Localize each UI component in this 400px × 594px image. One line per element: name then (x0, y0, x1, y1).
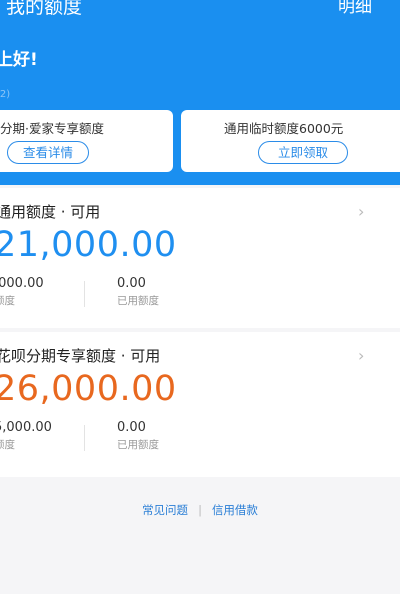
credit-loan-link[interactable]: 信用借款 (212, 503, 258, 517)
total-quota-label: 额度 (0, 439, 15, 451)
claim-now-button[interactable]: 立即领取 (258, 141, 348, 164)
chevron-right-icon: › (358, 202, 365, 221)
quota-label: 通用额度 · 可用 (0, 203, 101, 221)
available-amount: 21,000.00 (0, 225, 177, 265)
detail-link[interactable]: 明细 (338, 0, 372, 18)
promo-card-temp-quota: 通用临时额度6000元 立即领取 (181, 110, 400, 172)
installment-quota-card[interactable]: 花呗分期专享额度 · 可用 › 26,000.00 5,000.00 额度 0.… (0, 332, 400, 477)
total-quota-label: 额度 (0, 295, 15, 307)
promo-temp-quota-text: 通用临时额度6000元 (224, 121, 344, 136)
used-quota-label: 已用额度 (117, 439, 159, 451)
faq-link[interactable]: 常见问题 (142, 503, 188, 517)
footer-links: 常见问题 | 信用借款 (0, 503, 400, 517)
view-details-button[interactable]: 查看详情 (7, 141, 89, 164)
greeting-text: 上好! (0, 50, 38, 70)
footer-divider: | (198, 503, 202, 517)
total-quota-value: 5,000.00 (0, 420, 52, 435)
header-banner: 我的额度 明细 上好! (2) 分期·爱家专享额度 查看详情 通用临时额度600… (0, 0, 400, 185)
stat-divider (84, 281, 85, 307)
quota-label: 花呗分期专享额度 · 可用 (0, 347, 161, 365)
total-quota-value: ,000.00 (0, 276, 44, 291)
promo-installment-text: 分期·爱家专享额度 (0, 121, 104, 136)
promo-card-installment: 分期·爱家专享额度 查看详情 (0, 110, 173, 172)
stat-divider (84, 425, 85, 451)
used-quota-value: 0.00 (117, 420, 146, 435)
greeting-hint: (2) (0, 89, 11, 100)
used-quota-label: 已用额度 (117, 295, 159, 307)
general-quota-card[interactable]: 通用额度 · 可用 › 21,000.00 ,000.00 额度 0.00 已用… (0, 188, 400, 328)
chevron-right-icon: › (358, 346, 365, 365)
available-amount: 26,000.00 (0, 369, 177, 409)
used-quota-value: 0.00 (117, 276, 146, 291)
page-title: 我的额度 (6, 0, 83, 18)
